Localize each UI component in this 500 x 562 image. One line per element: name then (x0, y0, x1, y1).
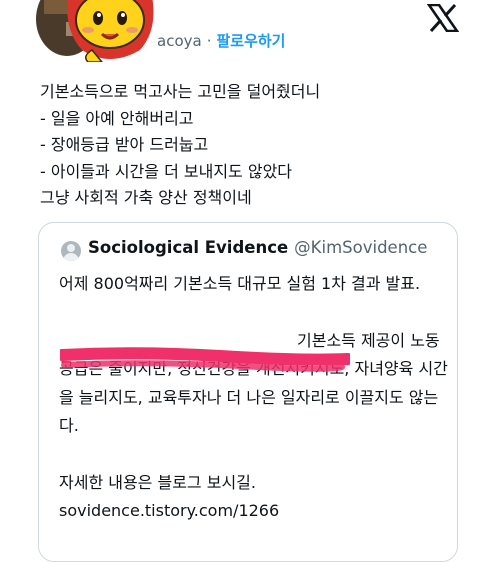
quoted-author: Sociological Evidence @KimSovidence (88, 238, 427, 257)
x-logo-icon[interactable] (427, 4, 459, 32)
quoted-text: 어제 800억짜리 기본소득 대규모 실험 1차 결과 발표. 기본소득 제공이… (59, 270, 449, 526)
default-avatar-icon (61, 241, 81, 261)
quoted-handle: @KimSovidence (294, 238, 428, 257)
quoted-display-name: Sociological Evidence (88, 238, 289, 257)
quoted-link[interactable]: sovidence.tistory.com/1266 (59, 497, 449, 526)
redaction-mark (60, 347, 350, 372)
quoted-para: 어제 800억짜리 기본소득 대규모 실험 1차 결과 발표. (59, 274, 421, 293)
tweet-line: 기본소득으로 먹고사는 고민을 덜어줬더니 (40, 82, 321, 101)
quoted-tweet[interactable]: Sociological Evidence @KimSovidence 어제 80… (38, 222, 458, 562)
follow-button[interactable]: 팔로우하기 (216, 32, 285, 50)
character-sticker-icon (67, 0, 154, 62)
tweet-line: 그냥 사회적 가축 양산 정책이네 (40, 188, 252, 208)
tweet-line: - 일을 아예 안해버리고 (40, 108, 194, 128)
tweet-line: - 장애등급 받아 드러눕고 (40, 135, 209, 155)
tweet-line: - 아이들과 시간을 더 보내지도 않았다 (40, 161, 293, 181)
author-handle[interactable]: acoya (157, 32, 202, 50)
separator-dot: · (206, 32, 212, 50)
quoted-para: 자세한 내용은 블로그 보시길. (59, 472, 256, 492)
tweet-text: 기본소득으로 먹고사는 고민을 덜어줬더니 - 일을 아예 안해버리고 - 장애… (40, 79, 320, 212)
quoted-para: 기본소득 제공이 노동공급은 줄이지만, 정신건강을 개선시키지도, 자녀양육 … (59, 327, 449, 441)
author-handle-row: acoya · 팔로우하기 (157, 30, 285, 51)
